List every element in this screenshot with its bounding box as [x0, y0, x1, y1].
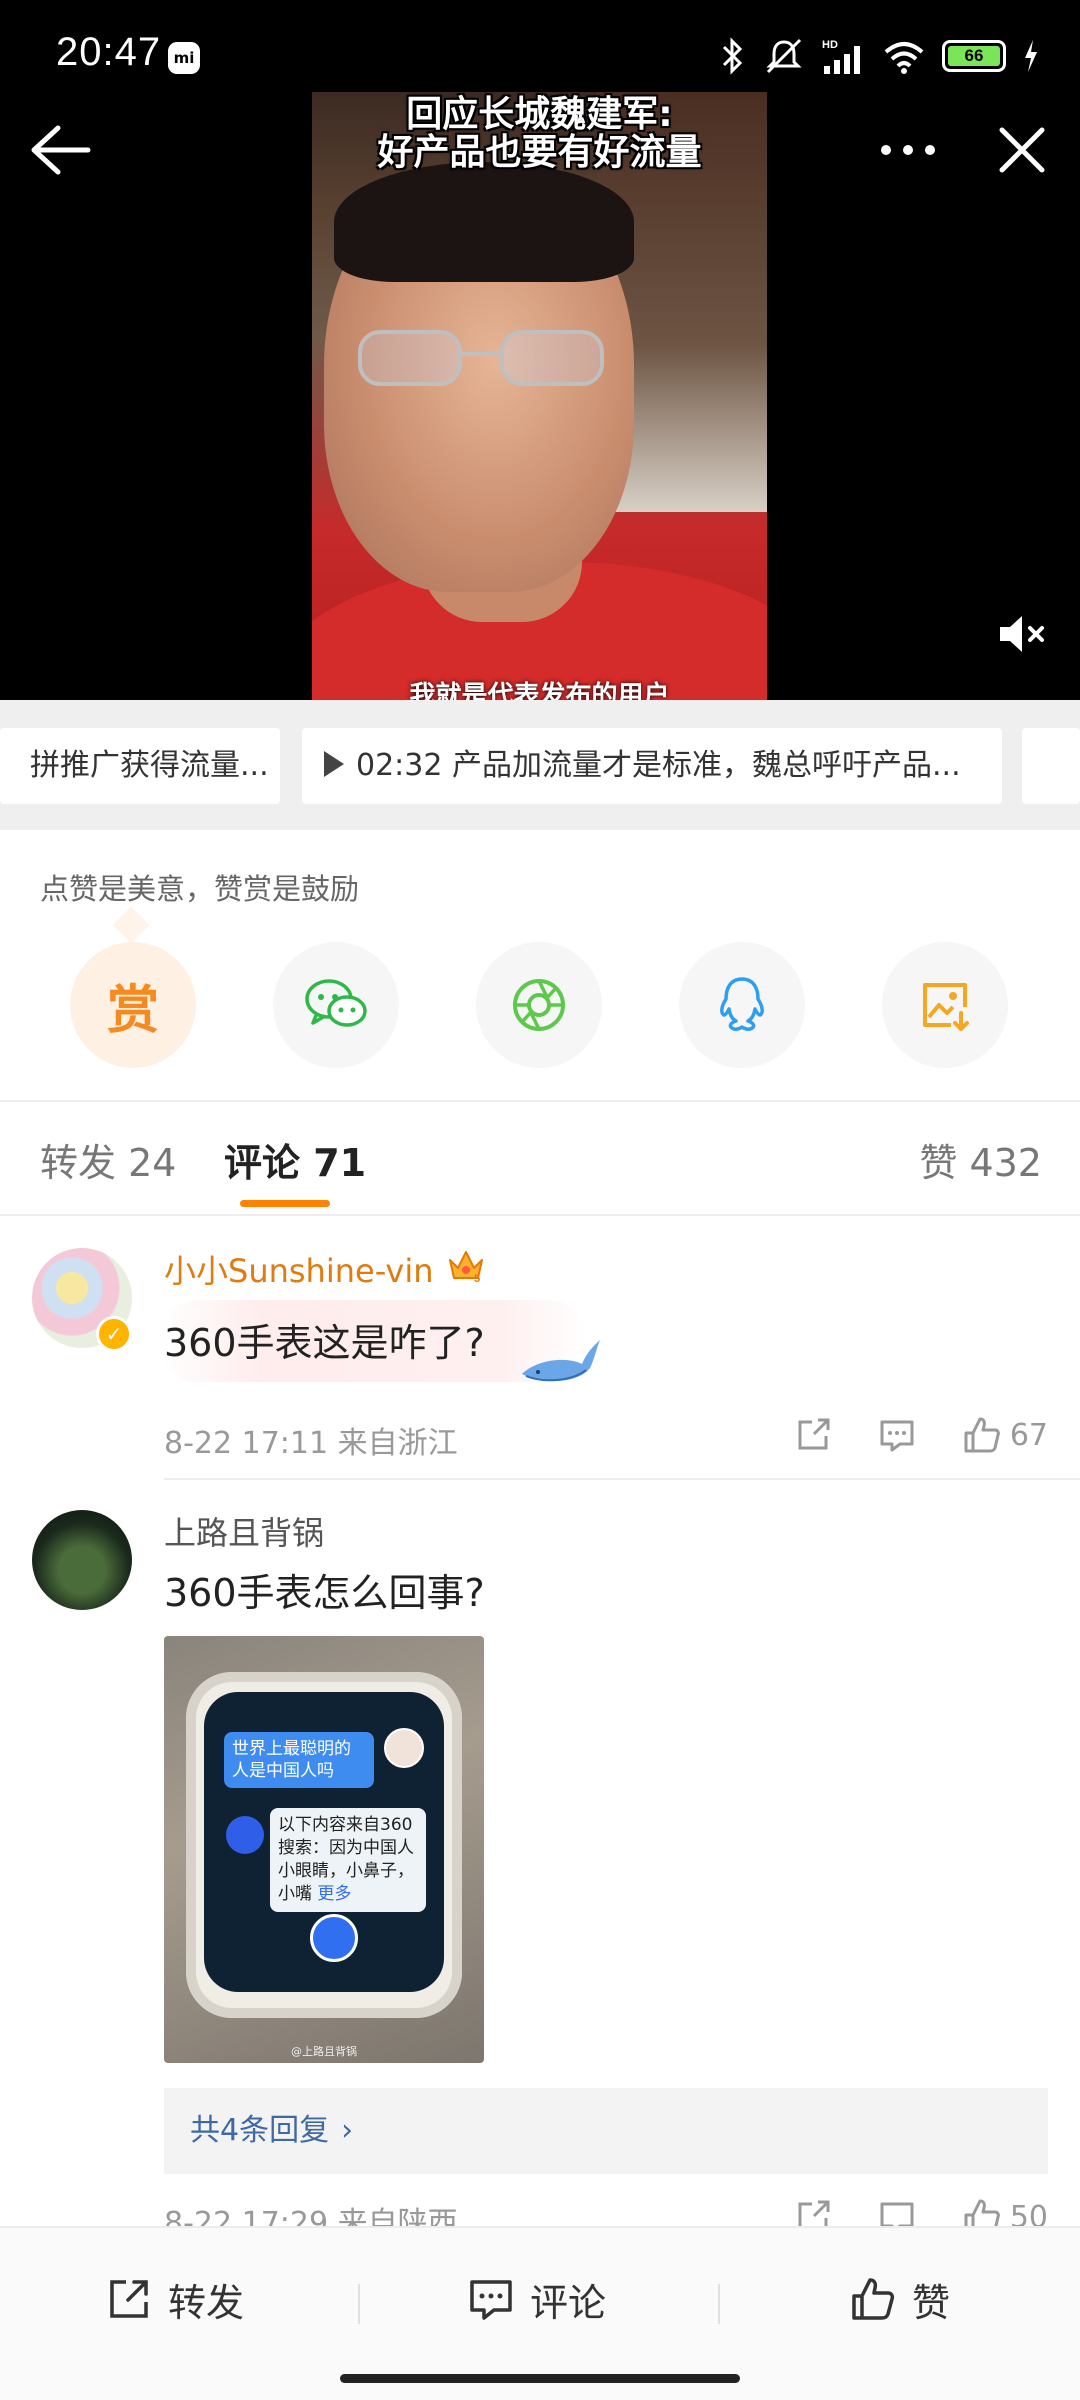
whale-decoration-icon	[522, 1340, 600, 1382]
like-label: 赞	[912, 2280, 951, 2325]
reward-label: 赏	[106, 980, 159, 1041]
avatar[interactable]	[32, 1510, 132, 1610]
save-image-button[interactable]	[882, 942, 1008, 1068]
comment-image[interactable]: 世界上最聪明的人是中国人吗 以下内容来自360搜索：因为中国人小眼睛，小鼻子，小…	[164, 1636, 484, 2063]
video-caption-line-1: 回应长城魏建军:	[406, 94, 673, 135]
like-button[interactable]: 赞	[850, 2268, 950, 2330]
watch-more-link: 更多	[317, 1884, 352, 1904]
wechat-icon	[305, 979, 367, 1027]
mute-icon[interactable]	[996, 610, 1048, 658]
reward-button[interactable]: 赏	[70, 942, 196, 1068]
glasses-graphic	[358, 330, 604, 386]
status-time: 20:47	[56, 30, 162, 74]
comment-label: 评论	[530, 2280, 607, 2325]
chapter-time: 02:32	[356, 748, 443, 783]
like-count: 67	[1009, 1417, 1048, 1453]
tab-comments[interactable]: 评论 71	[224, 1132, 366, 1187]
chapter-item[interactable]: 02:32 产品加流量才是标准，魏总呼吁产品...	[302, 728, 1002, 804]
view-replies-link[interactable]: 共4条回复 ›	[164, 2088, 1048, 2174]
vip-crown-icon: 5	[449, 1251, 483, 1284]
comment-meta: 8-22 17:11 来自浙江	[164, 1426, 458, 1461]
video-caption-line-2: 好产品也要有好流量	[377, 132, 702, 173]
watch-user-avatar	[384, 1728, 424, 1768]
share-icon	[798, 1418, 830, 1450]
charging-icon	[1025, 40, 1037, 72]
comment-username[interactable]: 上路且背锅	[164, 1508, 324, 1554]
back-arrow-icon[interactable]	[24, 120, 96, 180]
comment-divider	[164, 1478, 1080, 1480]
video-frame[interactable]: 回应长城魏建军: 好产品也要有好流量 我就是代表发布的用户	[312, 92, 767, 700]
comment-actions: 67	[748, 1410, 1048, 1460]
comment-like-button[interactable]: 67	[962, 1415, 1048, 1455]
reward-tip: 点赞是美意，赞赏是鼓励	[40, 872, 360, 906]
assistant-bot-icon	[226, 1816, 264, 1854]
close-icon[interactable]	[994, 122, 1050, 178]
interaction-tabs: 转发 24 评论 71 赞 432	[0, 1102, 1080, 1214]
share-moments-button[interactable]	[476, 942, 602, 1068]
thumbs-up-icon	[852, 2278, 895, 2320]
comment-share-button[interactable]	[794, 1416, 832, 1454]
active-tab-indicator	[240, 1200, 330, 1207]
comment-icon	[470, 2280, 512, 2320]
tab-likes[interactable]: 赞 432	[919, 1132, 1042, 1187]
watch-answer-bubble: 以下内容来自360搜索：因为中国人小眼睛，小鼻子，小嘴 更多	[270, 1808, 426, 1912]
qq-icon	[720, 977, 764, 1031]
signal-icon: HD	[822, 39, 860, 74]
microphone-icon	[310, 1914, 358, 1962]
chapter-label: 产品加流量才是标准，魏总呼吁产品...	[452, 748, 961, 783]
wifi-icon	[884, 42, 924, 74]
section-divider	[0, 1214, 1080, 1216]
repost-label: 转发	[168, 2280, 245, 2325]
video-subtitle: 我就是代表发布的用户	[409, 681, 670, 700]
battery-icon: 66	[942, 40, 1006, 72]
bluetooth-icon	[722, 37, 743, 75]
watch-question-bubble: 世界上最聪明的人是中国人吗	[224, 1732, 374, 1788]
comment-button[interactable]: 评论	[468, 2268, 606, 2330]
comment-icon	[880, 1420, 914, 1452]
share-wechat-button[interactable]	[273, 942, 399, 1068]
home-indicator[interactable]	[340, 2374, 740, 2383]
svg-text:5: 5	[474, 1273, 480, 1284]
replies-label: 共4条回复	[190, 2113, 330, 2148]
share-row: 赏	[0, 942, 1080, 1072]
watch-screen: 世界上最聪明的人是中国人吗 以下内容来自360搜索：因为中国人小眼睛，小鼻子，小…	[204, 1692, 444, 1992]
comment-text: 360手表这是咋了?	[164, 1321, 485, 1365]
repost-button[interactable]: 转发	[106, 2268, 244, 2330]
comment-text: 360手表怎么回事?	[164, 1571, 485, 1615]
video-player[interactable]: 20:47 mi HD 66 回应长城魏建军: 好产品也要有好流量 我就是代表发…	[0, 0, 1080, 700]
more-options-icon[interactable]	[876, 130, 940, 170]
chapter-item[interactable]: 拼推广获得流量...	[0, 728, 280, 804]
silent-icon	[766, 38, 802, 74]
tab-repost[interactable]: 转发 24	[40, 1132, 176, 1187]
comment-username[interactable]: 小小Sunshine-vin	[164, 1246, 434, 1292]
thumbs-up-icon	[964, 1417, 1000, 1453]
mi-notification-icon: mi	[168, 42, 200, 74]
share-qq-button[interactable]	[679, 942, 805, 1068]
verified-badge-icon: ✓	[96, 1316, 132, 1352]
play-icon	[324, 751, 344, 777]
chapter-item-partial[interactable]	[1022, 728, 1080, 804]
repost-icon	[110, 2280, 148, 2318]
chapter-label: 拼推广获得流量...	[30, 748, 269, 783]
comment-reply-button[interactable]	[878, 1416, 916, 1454]
moments-icon	[513, 979, 565, 1031]
chapter-strip[interactable]: 拼推广获得流量... 02:32 产品加流量才是标准，魏总呼吁产品...	[0, 700, 1080, 830]
chevron-right-icon: ›	[341, 2113, 354, 2148]
image-watermark: @上路且背锅	[291, 2045, 357, 2058]
save-image-icon	[923, 983, 969, 1031]
battery-level: 66	[948, 46, 1000, 66]
svg-text:HD: HD	[822, 39, 838, 51]
video-caption: 回应长城魏建军: 好产品也要有好流量	[312, 92, 767, 172]
